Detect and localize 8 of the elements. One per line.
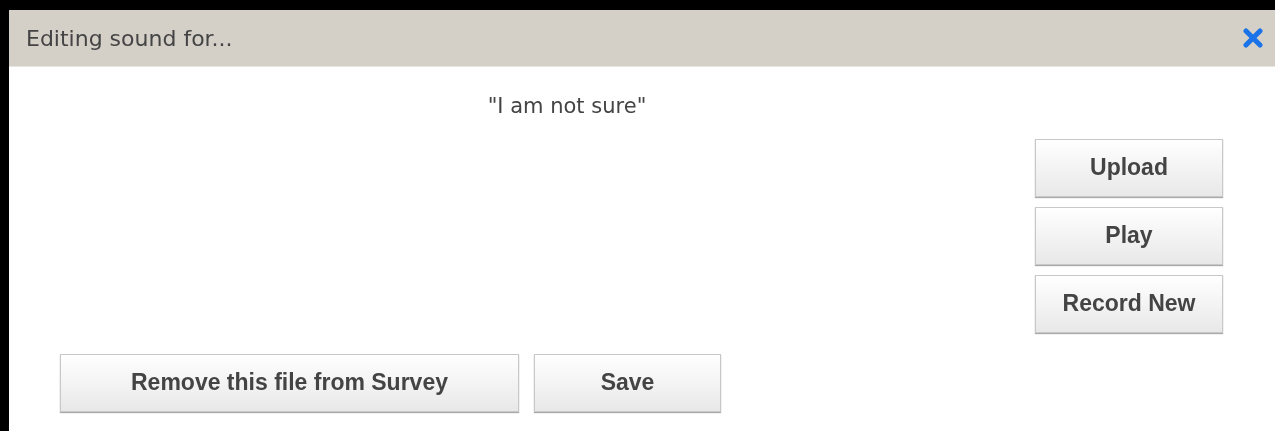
window-title: Editing sound for... bbox=[26, 24, 233, 53]
action-button[interactable]: Upload bbox=[1035, 138, 1223, 197]
close-icon[interactable] bbox=[1243, 28, 1263, 48]
phrase-text: "I am not sure" bbox=[487, 93, 647, 120]
action-button[interactable]: Save bbox=[534, 353, 721, 412]
action-button[interactable]: Play bbox=[1035, 206, 1223, 265]
action-button[interactable]: Record New bbox=[1035, 274, 1223, 333]
action-button[interactable]: Remove this file from Survey bbox=[60, 353, 519, 412]
